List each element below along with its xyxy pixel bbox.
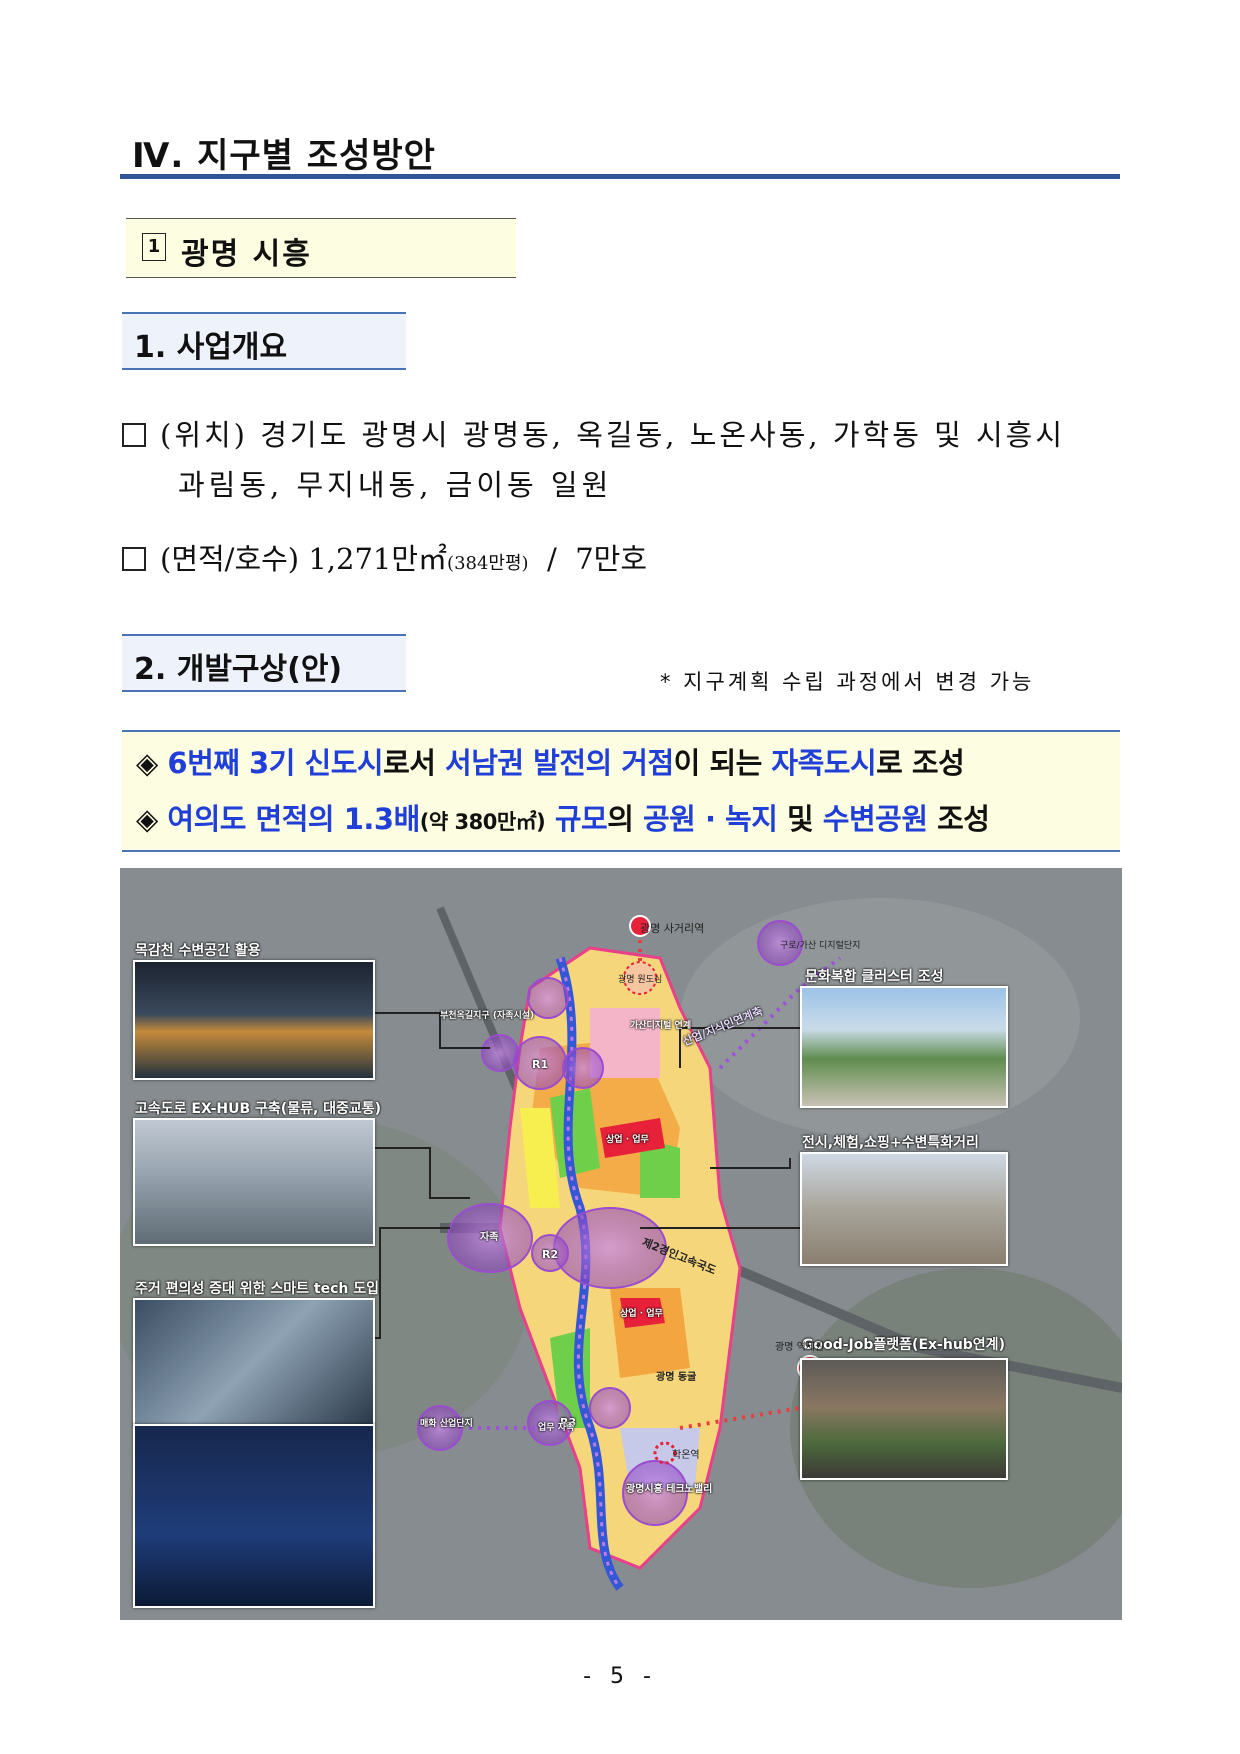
- label-r1: R1: [532, 1058, 549, 1071]
- hl2-part5: 공원 · 녹지: [642, 802, 778, 836]
- hl1-part5: 자족도시: [771, 746, 877, 780]
- bullet-area: (면적/호수) 1,271만㎡(384만평) / 7만호: [122, 536, 647, 578]
- caption-ex-hub: 고속도로 EX-HUB 구축(물류, 대중교통): [135, 1101, 382, 1117]
- households: 7만호: [575, 542, 648, 576]
- hl2-part4: 의: [607, 802, 643, 836]
- label-maehwa: 매화 산업단지: [420, 1419, 473, 1429]
- hl2-part3: 규모: [545, 802, 608, 836]
- chapter-title: Ⅳ. 지구별 조성방안: [132, 136, 436, 176]
- caption-culture-cluster: 문화복합 클러스터 조성: [805, 969, 944, 985]
- label-commercial-2: 상업 · 업무: [620, 1309, 663, 1319]
- hl2-part1: 여의도 면적의 1.3배: [167, 802, 420, 836]
- label-guro-gasan: 구로/가산 디지털단지: [780, 941, 861, 951]
- hl2-part7: 수변공원: [822, 802, 928, 836]
- hl2-part8: 조성: [927, 802, 990, 836]
- hl2-part6: 및: [777, 802, 823, 836]
- label-bucheon: 부천옥길지구 (자족시설): [440, 1011, 535, 1021]
- page-number: - 5 -: [583, 1664, 657, 1689]
- section-box: 1 광명 시흥: [126, 218, 516, 278]
- section-title: 광명 시흥: [181, 237, 312, 272]
- caption-goodjob: Good-Job플랫폼(Ex-hub연계): [802, 1337, 1005, 1353]
- development-plan-map: 목감천 수변공간 활용 고속도로 EX-HUB 구축(물류, 대중교통) 주거 …: [120, 868, 1122, 1620]
- label-gasan-link: 가산디지털 연계: [630, 1021, 692, 1031]
- label-station-right: 광명 역세권: [775, 1342, 825, 1353]
- label-old-downtown: 광명 원도심: [618, 975, 663, 985]
- highlight-box: ◈ 6번째 3기 신도시로서 서남권 발전의 거점이 되는 자족도시로 조성 ◈…: [122, 730, 1120, 852]
- hl1-part1: 6번째 3기 신도시: [167, 746, 384, 780]
- label-hakon-station: 학온역: [672, 1450, 700, 1461]
- subsection-overview-title: 1. 사업개요: [134, 330, 288, 365]
- label-commercial-1: 상업 · 업무: [606, 1135, 649, 1145]
- highlight-line-1: ◈ 6번째 3기 신도시로서 서남권 발전의 거점이 되는 자족도시로 조성: [136, 740, 965, 782]
- area-paren: (384만평): [447, 553, 529, 574]
- caption-waterfront: 목감천 수변공간 활용: [135, 943, 261, 959]
- photo-culture-complex: [800, 986, 1008, 1108]
- label-cave: 광명 동굴: [656, 1372, 697, 1383]
- label-business: 업무 자족: [538, 1423, 575, 1433]
- subsection-overview: 1. 사업개요: [122, 312, 406, 370]
- label-technovalley: 광명시흥 테크노밸리: [626, 1484, 713, 1495]
- highlight-line-2: ◈ 여의도 면적의 1.3배(약 380만㎡) 규모의 공원 · 녹지 및 수변…: [136, 796, 990, 838]
- bullet-location: (위치) 경기도 광명시 광명동, 옥길동, 노온사동, 가학동 및 시흥시: [122, 412, 1065, 454]
- chapter-divider: [120, 174, 1120, 179]
- photo-shopping-street: [800, 1152, 1008, 1266]
- hl1-part2: 로서: [383, 746, 446, 780]
- photo-goodjob-platform: [800, 1358, 1008, 1480]
- plan-note: * 지구계획 수립 과정에서 변경 가능: [660, 670, 1035, 694]
- label-r2: R2: [542, 1248, 559, 1261]
- diamond-icon: ◈: [136, 802, 158, 836]
- location-label: (위치): [160, 418, 248, 452]
- section-number: 1: [142, 233, 166, 261]
- photo-waterfront-night: [133, 960, 375, 1080]
- label-station-top: 광명 사거리역: [640, 922, 705, 935]
- location-line1: 경기도 광명시 광명동, 옥길동, 노온사동, 가학동 및 시흥시: [260, 418, 1066, 452]
- label-jajok: 자족: [480, 1232, 499, 1243]
- area-separator: /: [547, 542, 557, 576]
- area-label: (면적/호수): [160, 542, 300, 576]
- photo-smart-signals: [133, 1424, 375, 1608]
- hl1-part3: 서남권 발전의 거점: [445, 746, 674, 780]
- location-line2: 과림동, 무지내동, 금이동 일원: [178, 468, 613, 502]
- area-value: 1,271만㎡: [308, 542, 448, 576]
- hl2-part2: (약 380만㎡): [419, 810, 546, 834]
- hl1-part4: 이 되는: [673, 746, 772, 780]
- caption-smart-tech: 주거 편의성 증대 위한 스마트 tech 도입: [135, 1281, 380, 1297]
- photo-smart-tech-crossing: [133, 1298, 375, 1426]
- caption-shopping: 전시,체험,쇼핑+수변특화거리: [802, 1135, 979, 1151]
- subsection-plan: 2. 개발구상(안): [122, 634, 406, 692]
- hl1-part6: 로 조성: [876, 746, 965, 780]
- checkbox-square-icon: [122, 547, 146, 571]
- diamond-icon: ◈: [136, 746, 158, 780]
- checkbox-square-icon: [122, 423, 146, 447]
- subsection-plan-title: 2. 개발구상(안): [134, 652, 343, 687]
- photo-ex-hub-render: [133, 1118, 375, 1246]
